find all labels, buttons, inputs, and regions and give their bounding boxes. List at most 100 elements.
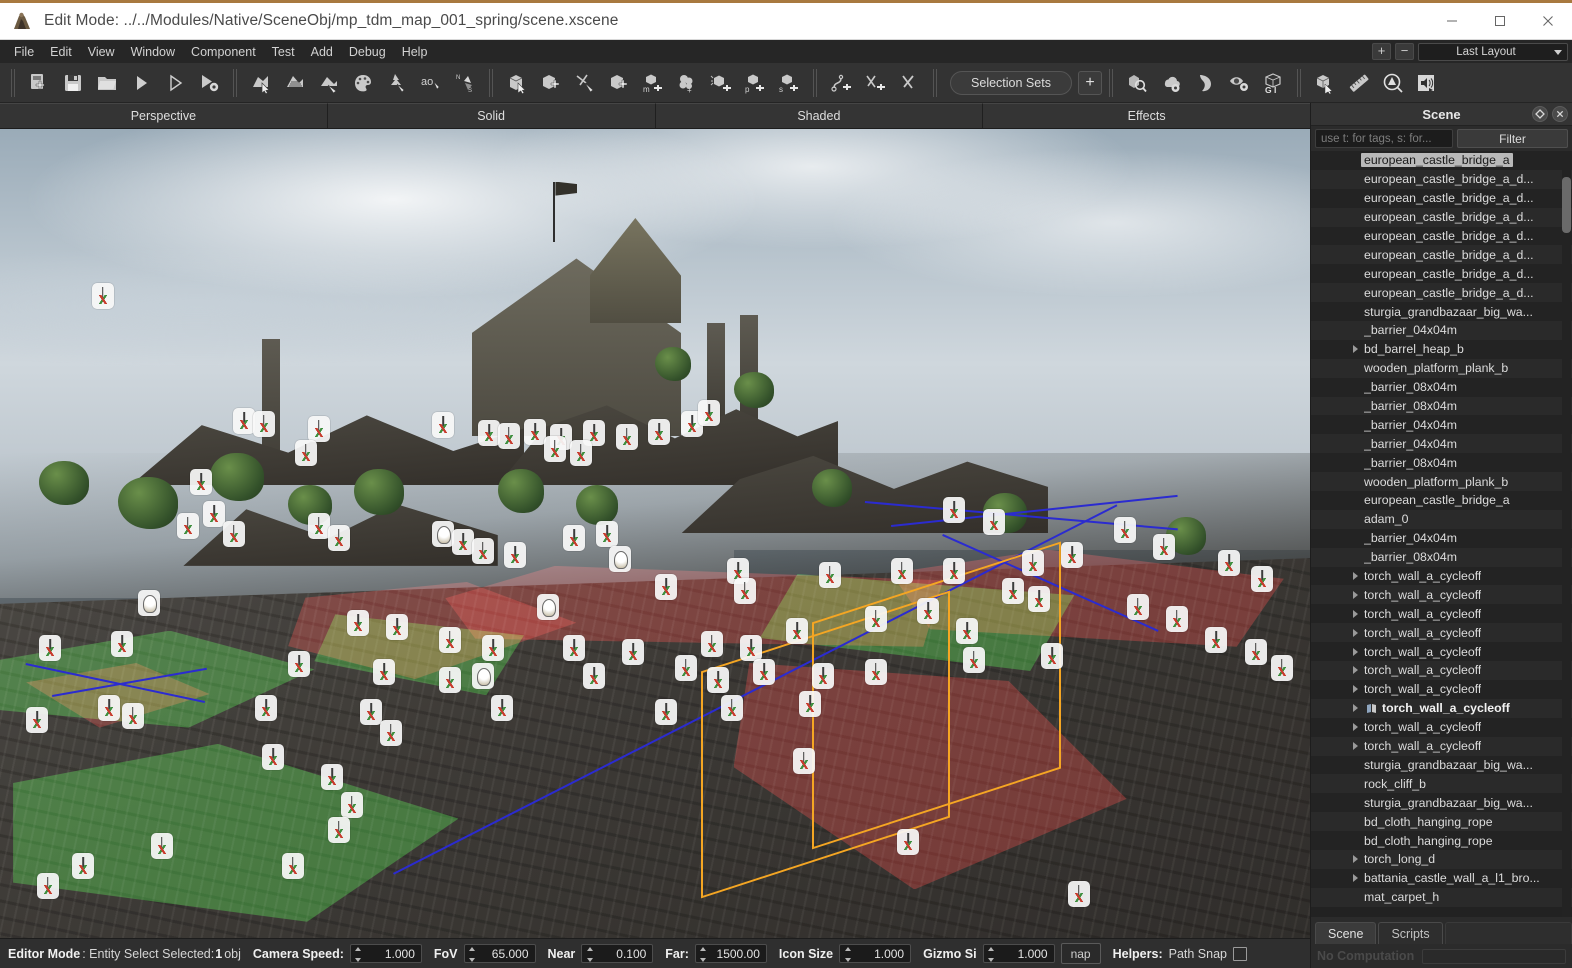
scene-tree-row[interactable]: torch_wall_a_cycleoff <box>1311 679 1572 699</box>
scene-tree-row[interactable]: _barrier_08x04m <box>1311 453 1572 473</box>
edit-curve-icon[interactable] <box>892 66 926 100</box>
far-stepper[interactable]: 1500.00 <box>694 944 767 963</box>
maximize-button[interactable] <box>1476 3 1524 40</box>
expand-arrow-icon[interactable] <box>1346 647 1364 656</box>
scene-tree-row[interactable]: adam_0 <box>1311 509 1572 529</box>
scene-tree-row[interactable]: european_castle_bridge_a_d... <box>1311 207 1572 227</box>
scene-tree-row[interactable]: _barrier_04x04m <box>1311 528 1572 548</box>
scene-tree-row[interactable]: _barrier_04x04m <box>1311 415 1572 435</box>
minimize-button[interactable] <box>1428 3 1476 40</box>
close-icon[interactable] <box>1552 106 1568 122</box>
visibility-settings-icon[interactable] <box>1222 66 1256 100</box>
scene-tree-row[interactable]: rock_cliff_b <box>1311 774 1572 794</box>
menu-file[interactable]: File <box>6 43 42 61</box>
sculpt-icon[interactable] <box>312 66 346 100</box>
scene-tree[interactable]: european_castle_bridge_a european_castle_… <box>1311 151 1572 917</box>
scene-tree-row[interactable]: torch_wall_a_cycleoff <box>1311 736 1572 756</box>
scene-tree-row[interactable]: torch_wall_a_cycleoff <box>1311 623 1572 643</box>
pick-entity-icon[interactable] <box>500 66 534 100</box>
scene-tree-row[interactable]: torch_long_d <box>1311 849 1572 869</box>
scene-tree-row[interactable]: sturgia_grandbazaar_big_wa... <box>1311 302 1572 322</box>
bounding-box-icon[interactable] <box>1308 66 1342 100</box>
scene-tree-row[interactable]: _barrier_04x04m <box>1311 321 1572 340</box>
expand-arrow-icon[interactable] <box>1346 572 1364 581</box>
add-keyframe-icon[interactable] <box>858 66 892 100</box>
scene-tree-row[interactable]: european_castle_bridge_a_d... <box>1311 188 1572 208</box>
path-snap-checkbox[interactable] <box>1233 946 1248 961</box>
save-icon[interactable] <box>56 66 90 100</box>
scene-tree-row[interactable]: bd_cloth_hanging_rope <box>1311 812 1572 832</box>
scene-tree-row[interactable]: torch_wall_a_cycleoff <box>1311 642 1572 662</box>
stepper-arrows-icon[interactable] <box>355 947 362 962</box>
add-layout-button[interactable]: + <box>1372 43 1391 60</box>
scene-tree-scrollbar-track[interactable] <box>1562 151 1571 917</box>
scene-tree-row[interactable]: torch_wall_a_cycleoff <box>1311 717 1572 737</box>
stepper-arrows-icon[interactable] <box>586 947 593 962</box>
scene-tree-row[interactable]: european_castle_bridge_a <box>1311 491 1572 510</box>
menu-window[interactable]: Window <box>123 43 183 61</box>
tab-shaded[interactable]: Shaded <box>655 103 984 128</box>
menu-add[interactable]: Add <box>303 43 341 61</box>
select-mesh-icon[interactable] <box>244 66 278 100</box>
scene-tree-row[interactable]: battania_castle_wall_a_l1_bro... <box>1311 868 1572 888</box>
stepper-arrows-icon[interactable] <box>988 947 995 962</box>
filter-button[interactable]: Filter <box>1457 129 1568 148</box>
scene-tree-row[interactable]: bd_cloth_hanging_rope <box>1311 831 1572 850</box>
add-sound-icon[interactable]: s <box>772 66 806 100</box>
scene-tree-row[interactable]: _barrier_04x04m <box>1311 434 1572 454</box>
terrain-paint-icon[interactable] <box>278 66 312 100</box>
new-scene-icon[interactable] <box>22 66 56 100</box>
camera-speed-stepper[interactable]: 1.000 <box>349 944 422 963</box>
remove-layout-button[interactable]: − <box>1395 43 1414 60</box>
add-path-icon[interactable] <box>824 66 858 100</box>
expand-arrow-icon[interactable] <box>1346 723 1364 732</box>
menu-test[interactable]: Test <box>264 43 303 61</box>
ao-bake-icon[interactable]: ao <box>414 66 448 100</box>
scene-tree-row[interactable]: _barrier_08x04m <box>1311 396 1572 416</box>
scene-tree-row[interactable]: torch_wall_a_cycleoff <box>1311 566 1572 586</box>
expand-arrow-icon[interactable] <box>1346 590 1364 599</box>
scene-tree-row[interactable]: sturgia_grandbazaar_big_wa... <box>1311 755 1572 775</box>
tab-effects[interactable]: Effects <box>983 103 1310 128</box>
tab-solid[interactable]: Solid <box>327 103 656 128</box>
inspect-icon[interactable] <box>1120 66 1154 100</box>
menu-component[interactable]: Component <box>183 43 264 61</box>
dock-icon[interactable] <box>1532 106 1548 122</box>
add-light-icon[interactable] <box>704 66 738 100</box>
open-folder-icon[interactable] <box>90 66 124 100</box>
bone-paint-icon[interactable] <box>568 66 602 100</box>
scene-tree-row[interactable]: european_castle_bridge_a_d... <box>1311 283 1572 303</box>
scene-tree-row[interactable]: torch_wall_a_cycleoff <box>1311 698 1572 718</box>
environment-settings-icon[interactable] <box>1154 66 1188 100</box>
menu-edit[interactable]: Edit <box>42 43 80 61</box>
tab-scripts[interactable]: Scripts <box>1378 922 1443 944</box>
near-stepper[interactable]: 0.100 <box>581 944 654 963</box>
expand-arrow-icon[interactable] <box>1346 874 1364 883</box>
fov-stepper[interactable]: 65.000 <box>463 944 536 963</box>
menu-debug[interactable]: Debug <box>341 43 394 61</box>
viewport-3d[interactable] <box>0 129 1310 938</box>
add-mesh-icon[interactable] <box>602 66 636 100</box>
scene-tree-row[interactable]: european_castle_bridge_a_d... <box>1311 245 1572 265</box>
expand-arrow-icon[interactable] <box>1346 855 1364 864</box>
snap-field[interactable]: nap <box>1060 943 1101 964</box>
palette-icon[interactable] <box>346 66 380 100</box>
scene-tree-row[interactable]: mat_carpet_h <box>1311 887 1572 907</box>
warnings-icon[interactable] <box>1376 66 1410 100</box>
particle-icon[interactable]: + <box>670 66 704 100</box>
expand-arrow-icon[interactable] <box>1346 666 1364 675</box>
scene-tree-row[interactable]: wooden_platform_plank_b <box>1311 358 1572 378</box>
scene-tree-row[interactable]: wooden_platform_plank_b <box>1311 472 1572 492</box>
expand-arrow-icon[interactable] <box>1346 704 1364 713</box>
expand-arrow-icon[interactable] <box>1346 685 1364 694</box>
expand-arrow-icon[interactable] <box>1346 628 1364 637</box>
selection-sets-button[interactable]: Selection Sets <box>950 70 1072 95</box>
stepper-arrows-icon[interactable] <box>469 947 476 962</box>
compass-icon[interactable]: NS <box>448 66 482 100</box>
icon-size-stepper[interactable]: 1.000 <box>839 944 912 963</box>
audio-icon[interactable] <box>1410 66 1444 100</box>
scene-tree-row[interactable]: torch_wall_a_cycleoff <box>1311 604 1572 624</box>
expand-arrow-icon[interactable] <box>1346 345 1364 354</box>
scene-tree-row[interactable]: sturgia_grandbazaar_big_wa... <box>1311 793 1572 813</box>
expand-arrow-icon[interactable] <box>1346 742 1364 751</box>
